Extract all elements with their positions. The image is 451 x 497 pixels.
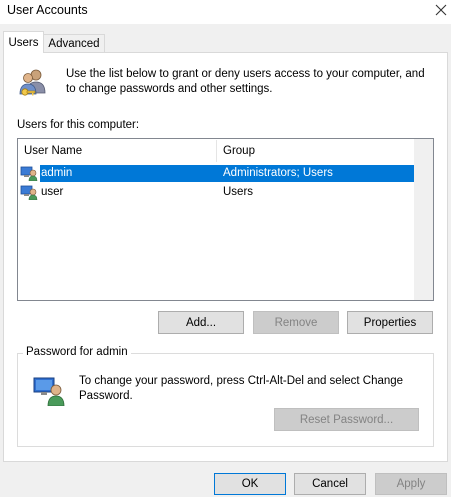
row-group: Users — [223, 186, 254, 198]
reset-password-button[interactable]: Reset Password... — [274, 408, 419, 431]
ok-button[interactable]: OK — [214, 473, 286, 495]
close-button[interactable] — [430, 0, 451, 20]
password-user-icon — [33, 374, 65, 406]
column-header-username[interactable]: User Name — [18, 140, 216, 162]
column-header-group[interactable]: Group — [217, 140, 414, 162]
tab-advanced[interactable]: Advanced — [44, 34, 105, 52]
users-list-label: Users for this computer: — [17, 119, 140, 131]
users-listview[interactable] — [17, 138, 434, 301]
table-row[interactable]: user Users — [20, 183, 414, 201]
tab-users[interactable]: Users — [3, 31, 44, 53]
user-icon — [20, 183, 38, 201]
row-username: admin — [41, 167, 73, 179]
list-header: User Name Group — [18, 140, 414, 162]
apply-button[interactable]: Apply — [375, 473, 447, 495]
table-row[interactable]: admin Administrators; Users — [20, 164, 414, 182]
admin-user-icon — [20, 164, 38, 182]
remove-button[interactable]: Remove — [253, 311, 339, 334]
password-group-title: Password for admin — [23, 346, 131, 358]
intro-text: Use the list below to grant or deny user… — [66, 68, 425, 95]
cancel-button[interactable]: Cancel — [294, 473, 366, 495]
properties-button[interactable]: Properties — [347, 311, 433, 334]
users-keys-icon — [17, 67, 49, 99]
close-icon — [435, 4, 446, 16]
password-instructions: To change your password, press Ctrl-Alt-… — [79, 375, 404, 402]
row-group: Administrators; Users — [223, 167, 333, 179]
window-title: User Accounts — [7, 3, 88, 17]
list-scrollbar[interactable] — [414, 139, 433, 300]
add-button[interactable]: Add... — [158, 311, 244, 334]
row-username: user — [41, 186, 64, 198]
